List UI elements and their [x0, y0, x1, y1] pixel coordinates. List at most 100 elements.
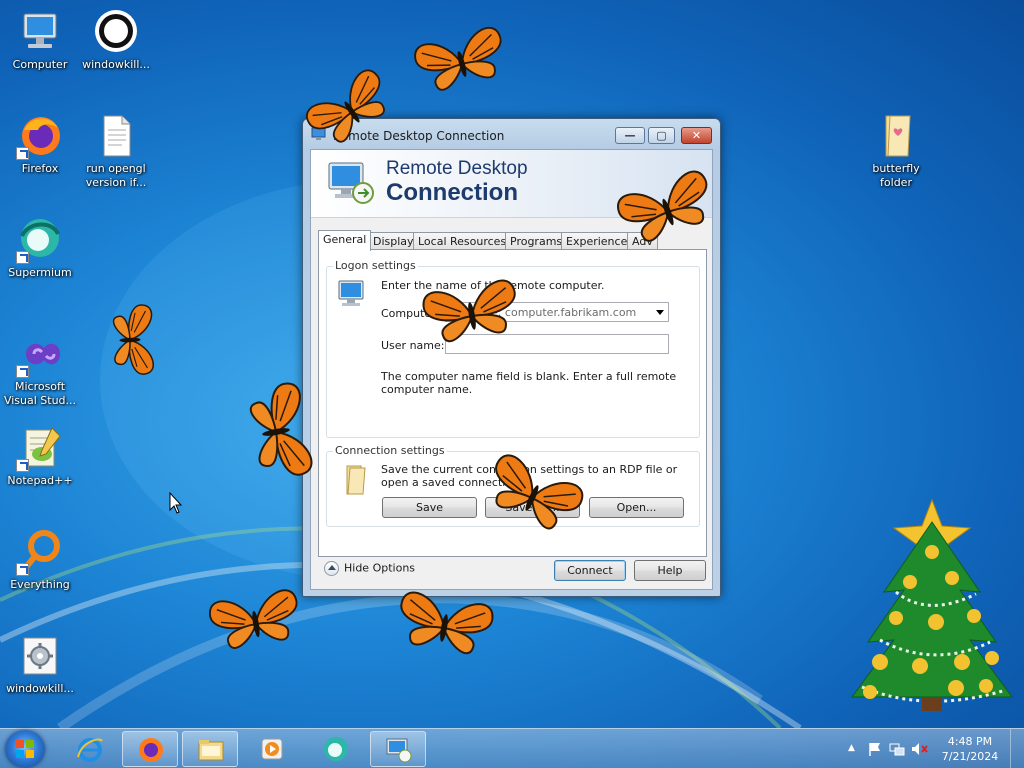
window-title: Remote Desktop Connection — [333, 129, 505, 143]
taskbar-file-explorer[interactable] — [182, 731, 238, 767]
firefox-icon — [16, 112, 64, 160]
desktop-icon-windowkill-settings[interactable]: windowkill... — [2, 632, 78, 696]
chevron-down-icon[interactable] — [656, 310, 664, 315]
close-button[interactable]: ✕ — [681, 127, 712, 144]
logon-settings-group: Logon settings Enter the name of the rem… — [326, 259, 700, 438]
clock-time: 4:48 PM — [947, 735, 993, 748]
save-button[interactable]: Save — [382, 497, 477, 518]
internet-explorer-icon — [77, 738, 103, 762]
chevron-up-icon — [324, 561, 339, 576]
computer-icon — [337, 279, 369, 312]
show-desktop-button[interactable] — [1010, 729, 1024, 768]
maximize-button[interactable]: ▢ — [648, 127, 675, 144]
tab-local-resources[interactable]: Local Resources — [413, 232, 512, 250]
taskbar-media-player[interactable] — [244, 731, 300, 767]
shortcut-arrow-icon — [16, 563, 29, 576]
tab-general[interactable]: General — [318, 230, 372, 251]
butterfly-9 — [393, 589, 496, 658]
notepadpp-icon — [16, 424, 64, 472]
desktop-icon-everything[interactable]: Everything — [2, 528, 78, 592]
tab-advanced[interactable]: Adv — [627, 232, 658, 250]
start-button[interactable] — [5, 730, 45, 768]
desktop-icon-label: windowkill... — [82, 58, 150, 71]
window-client-area: Remote Desktop Connection General Displa… — [310, 149, 713, 590]
tab-display[interactable]: Display — [368, 232, 419, 250]
supermium-icon — [16, 216, 64, 264]
minimize-button[interactable]: — — [615, 127, 645, 144]
tab-programs[interactable]: Programs — [505, 232, 568, 250]
firefox-icon — [139, 738, 163, 762]
remote-desktop-logo-icon — [327, 159, 375, 205]
desktop-icon-label: Firefox — [21, 162, 59, 175]
open-button[interactable]: Open... — [589, 497, 684, 518]
desktop-icon-label: Microsoft Visual Stud... — [3, 380, 77, 407]
banner-title-line1: Remote Desktop — [386, 158, 528, 179]
file-explorer-icon — [198, 740, 224, 761]
maximize-icon: ▢ — [656, 129, 667, 142]
taskbar-internet-explorer[interactable] — [62, 731, 118, 767]
connection-description: Save the current connection settings to … — [381, 463, 678, 489]
banner-title-line2: Connection — [386, 179, 518, 206]
shortcut-arrow-icon — [16, 251, 29, 264]
visual-studio-icon — [16, 330, 64, 378]
butterfly-8 — [206, 587, 304, 653]
shortcut-arrow-icon — [16, 147, 29, 160]
shortcut-arrow-icon — [16, 459, 29, 472]
connect-button[interactable]: Connect — [554, 560, 626, 581]
window-titlebar[interactable]: Remote Desktop Connection — ▢ ✕ — [303, 119, 720, 149]
ring-icon — [92, 8, 140, 56]
close-icon: ✕ — [691, 129, 702, 142]
show-hidden-icons-icon[interactable]: ▲ — [848, 743, 855, 753]
network-icon[interactable] — [889, 741, 905, 757]
taskbar-supermium[interactable] — [308, 731, 364, 767]
connection-settings-group: Connection settings Save the current con… — [326, 444, 700, 527]
hide-options-toggle[interactable]: Hide Options — [324, 561, 415, 576]
desktop-icon-notepadpp[interactable]: Notepad++ — [2, 424, 78, 488]
connection-settings-title: Connection settings — [333, 444, 447, 457]
shortcut-arrow-icon — [16, 365, 29, 378]
desktop-icon-label: run opengl version if... — [85, 162, 147, 189]
computer-combobox[interactable]: Example: computer.fabrikam.com — [445, 302, 669, 322]
desktop-icon-visual-studio[interactable]: Microsoft Visual Stud... — [2, 330, 78, 408]
username-label: User name: — [381, 339, 445, 352]
desktop-icon-windowkill[interactable]: windowkill... — [78, 8, 154, 72]
butterfly-6 — [112, 303, 155, 376]
settings-file-icon — [16, 632, 64, 680]
desktop-icon-label: Supermium — [8, 266, 72, 279]
computer-placeholder: Example: computer.fabrikam.com — [450, 306, 637, 319]
desktop-icon-firefox[interactable]: Firefox — [2, 112, 78, 176]
hide-options-label: Hide Options — [344, 561, 416, 575]
logon-settings-title: Logon settings — [333, 259, 418, 272]
taskbar-remote-desktop[interactable] — [370, 731, 426, 767]
windows-logo-icon — [16, 740, 34, 758]
desktop-icon-label: windowkill... — [6, 682, 74, 695]
desktop-icon-label: Notepad++ — [7, 474, 73, 487]
computer-icon — [16, 8, 64, 56]
christmas-tree-decoration — [851, 498, 1013, 711]
remote-desktop-window[interactable]: Remote Desktop Connection — ▢ ✕ Remote D… — [302, 118, 721, 597]
taskbar-firefox[interactable] — [122, 731, 178, 767]
desktop-icon-run-opengl[interactable]: run opengl version if... — [78, 112, 154, 190]
minimize-icon: — — [624, 129, 636, 142]
desktop-icon-computer[interactable]: Computer — [2, 8, 78, 72]
system-tray: ▲ 4:48 PM 7/21/2024 — [845, 729, 1024, 768]
everything-icon — [16, 528, 64, 576]
tab-experience[interactable]: Experience — [561, 232, 633, 250]
help-button[interactable]: Help — [634, 560, 706, 581]
username-field[interactable] — [445, 334, 669, 354]
folder-icon — [343, 464, 371, 499]
mouse-cursor — [169, 491, 183, 514]
volume-muted-icon[interactable] — [911, 741, 929, 757]
text-file-icon — [92, 112, 140, 160]
supermium-icon — [324, 737, 348, 761]
remote-desktop-icon — [386, 738, 412, 763]
desktop-icon-label: Everything — [10, 578, 70, 591]
clock[interactable]: 4:48 PM 7/21/2024 — [935, 734, 1005, 764]
action-center-flag-icon[interactable] — [867, 741, 883, 757]
media-player-icon — [261, 738, 283, 760]
desktop-icon-butterfly-folder[interactable]: butterfly folder — [858, 112, 934, 190]
computer-label: Computer: — [381, 307, 440, 320]
save-as-button[interactable]: Save As... — [485, 497, 580, 518]
header-banner: Remote Desktop Connection — [311, 150, 712, 218]
desktop-icon-supermium[interactable]: Supermium — [2, 216, 78, 280]
